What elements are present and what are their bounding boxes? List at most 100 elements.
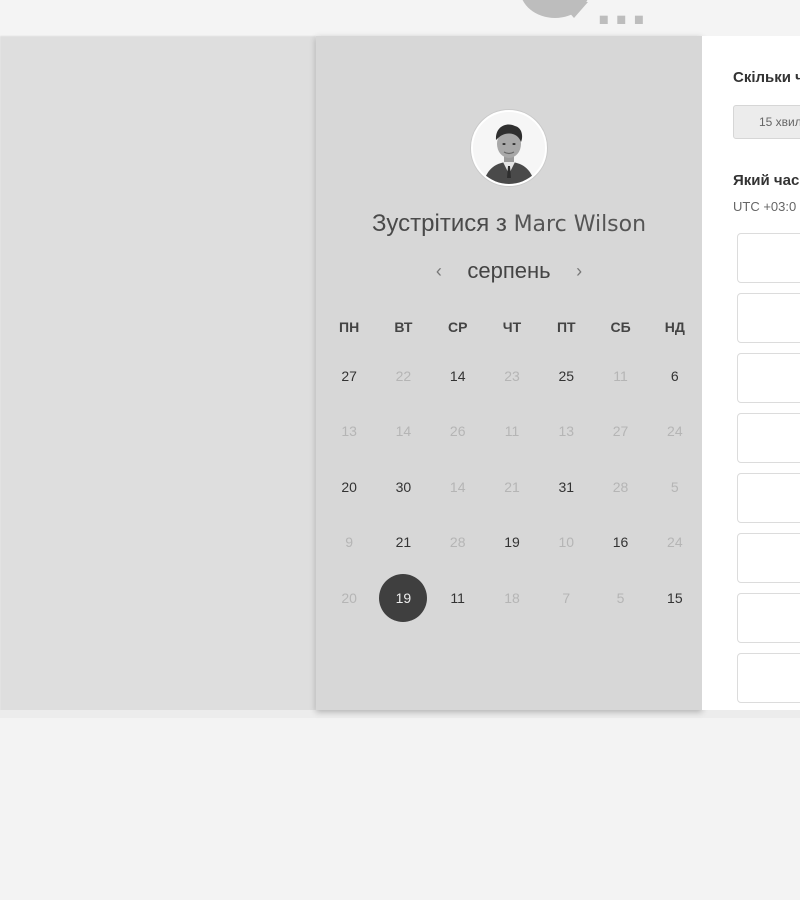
day-number: 28 (612, 478, 629, 495)
day-number: 5 (670, 478, 679, 495)
calendar-panel: Зустрітися з Marc Wilson ‹ серпень › ПН … (316, 36, 702, 710)
calendar-week-row: 9 21 28 19 10 16 24 (316, 515, 702, 571)
day-number: 20 (341, 589, 357, 606)
unavailable-day: 14 (376, 404, 430, 460)
calendar-grid: ПН ВТ СР ЧТ ПТ СБ НД 27 22 14 23 25 11 6 13 14 26… (316, 306, 702, 626)
weekday-label: ЧТ (502, 319, 522, 335)
details-panel: Скільки ч 15 хвил Який час UTC +03:0 (702, 36, 800, 710)
time-slot-button[interactable] (737, 233, 800, 283)
day-number: 14 (449, 367, 466, 384)
unavailable-day: 18 (485, 570, 539, 626)
unavailable-day: 10 (539, 515, 593, 571)
time-slot-button[interactable] (737, 473, 800, 523)
day-number: 21 (395, 534, 412, 551)
host-avatar (471, 110, 547, 186)
time-slot-button[interactable] (737, 353, 800, 403)
meeting-title: Зустрітися з Marc Wilson (316, 210, 702, 238)
day-number: 15 (667, 589, 683, 606)
calendar-week-row: 20 19 11 18 7 5 15 (316, 570, 702, 626)
unavailable-day: 13 (539, 404, 593, 460)
available-day[interactable]: 20 (322, 459, 376, 515)
day-number: 13 (558, 423, 575, 440)
weekday-header: ПН ВТ СР ЧТ ПТ СБ НД (316, 306, 702, 348)
avatar-photo-icon (473, 112, 545, 184)
weekday-label: ПТ (556, 319, 576, 335)
available-day[interactable]: 16 (593, 515, 647, 571)
current-month: серпень (467, 258, 551, 283)
unavailable-day: 7 (539, 570, 593, 626)
top-bar: ... (0, 0, 800, 36)
day-number: 26 (449, 423, 466, 440)
next-month-chevron-icon[interactable]: › (569, 261, 589, 282)
day-number: 30 (395, 478, 412, 495)
unavailable-day: 24 (648, 515, 702, 571)
unavailable-day: 13 (322, 404, 376, 460)
unavailable-day: 24 (648, 404, 702, 460)
unavailable-day: 20 (322, 570, 376, 626)
available-day[interactable]: 30 (376, 459, 430, 515)
available-day[interactable]: 11 (431, 570, 485, 626)
day-number: 14 (395, 423, 412, 440)
day-number: 19 (504, 534, 520, 551)
unavailable-day: 11 (485, 404, 539, 460)
available-day[interactable]: 27 (322, 348, 376, 404)
weekday-label: СР (447, 319, 468, 335)
available-day[interactable]: 25 (539, 348, 593, 404)
background-strip (0, 710, 800, 718)
unavailable-day: 14 (431, 459, 485, 515)
day-number: 28 (449, 534, 466, 551)
day-number: 7 (562, 589, 571, 606)
available-day[interactable]: 21 (376, 515, 430, 571)
time-slot-button[interactable] (737, 413, 800, 463)
timezone-label[interactable]: UTC +03:0 (733, 199, 796, 214)
available-day[interactable]: 14 (431, 348, 485, 404)
day-number: 21 (504, 478, 520, 495)
day-number: 31 (558, 478, 575, 495)
unavailable-day: 11 (593, 348, 647, 404)
duration-option-button[interactable]: 15 хвил (733, 105, 800, 139)
calendar-weeks: 27 22 14 23 25 11 6 13 14 26 11 13 27 24 20 30 14 21 31 28 5… (316, 348, 702, 626)
day-number: 24 (667, 423, 683, 440)
day-number: 25 (558, 367, 575, 384)
available-day[interactable]: 6 (648, 348, 702, 404)
day-number: 27 (612, 423, 629, 440)
unavailable-day: 9 (322, 515, 376, 571)
day-number: 24 (667, 534, 683, 551)
time-slot-button[interactable] (737, 293, 800, 343)
title-prefix: Зустрітися з (371, 210, 507, 237)
unavailable-day: 5 (648, 459, 702, 515)
day-number: 10 (558, 534, 575, 551)
day-number: 11 (613, 367, 628, 384)
time-slot-button[interactable] (737, 653, 800, 703)
weekday-label: ВТ (394, 319, 413, 335)
available-day[interactable]: 19 (485, 515, 539, 571)
calendar-week-row: 13 14 26 11 13 27 24 (316, 404, 702, 460)
background-overlay (0, 36, 316, 716)
logo-tail (560, 2, 588, 18)
day-number: 18 (504, 589, 520, 606)
weekday-label: НД (664, 319, 685, 335)
unavailable-day: 26 (431, 404, 485, 460)
calendar-week-row: 20 30 14 21 31 28 5 (316, 459, 702, 515)
day-number: 11 (504, 423, 520, 440)
day-number: 19 (379, 573, 428, 622)
available-day[interactable]: 31 (539, 459, 593, 515)
day-number: 27 (341, 367, 357, 384)
calendar-week-row: 27 22 14 23 25 11 6 (316, 348, 702, 404)
day-number: 23 (504, 367, 520, 384)
available-day[interactable]: 15 (648, 570, 702, 626)
unavailable-day: 27 (593, 404, 647, 460)
day-number: 11 (450, 589, 465, 606)
day-number: 9 (345, 534, 354, 551)
day-number: 13 (341, 423, 357, 440)
month-navigation: ‹ серпень › (316, 258, 702, 286)
time-slot-button[interactable] (737, 533, 800, 583)
unavailable-day: 23 (485, 348, 539, 404)
time-slot-button[interactable] (737, 593, 800, 643)
unavailable-day: 28 (431, 515, 485, 571)
weekday-label: ПН (339, 319, 360, 335)
day-number: 6 (670, 367, 679, 384)
selected-day[interactable]: 19 (376, 570, 430, 626)
day-number: 16 (612, 534, 629, 551)
prev-month-chevron-icon[interactable]: ‹ (429, 261, 449, 282)
